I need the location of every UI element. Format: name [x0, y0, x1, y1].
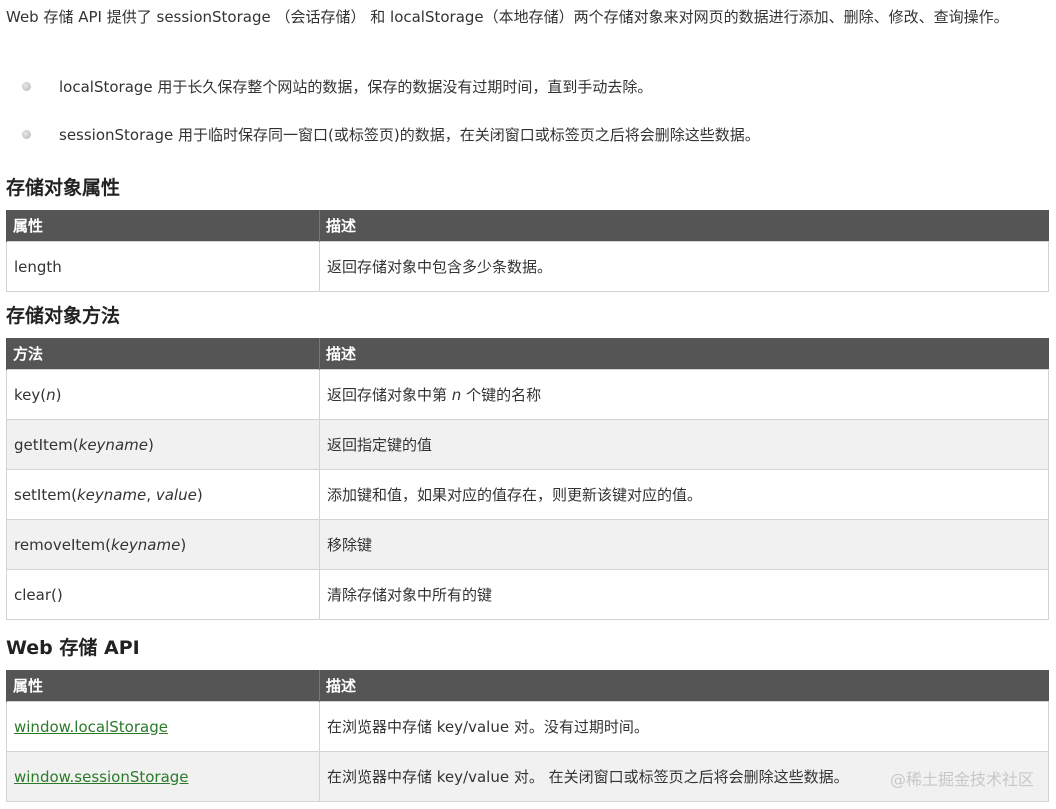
- api-name-cell: window.localStorage: [6, 701, 320, 752]
- local-storage-link[interactable]: window.localStorage: [14, 718, 168, 736]
- api-name-cell: window.sessionStorage: [6, 751, 320, 802]
- intro-paragraph: Web 存储 API 提供了 sessionStorage （会话存储） 和 l…: [6, 8, 1009, 26]
- properties-table: 属性 描述 length 返回存储对象中包含多少条数据。: [6, 210, 1049, 292]
- method-description: 清除存储对象中所有的键: [319, 569, 1049, 620]
- methods-table: 方法 描述 key(n) 返回存储对象中第 n 个键的名称 getItem(ke…: [6, 338, 1049, 620]
- bullet-text: sessionStorage 用于临时保存同一窗口(或标签页)的数据，在关闭窗口…: [59, 126, 760, 144]
- document-page: Web 存储 API 提供了 sessionStorage （会话存储） 和 l…: [0, 0, 1056, 809]
- table-header-row: 属性 描述: [6, 670, 1049, 702]
- list-item: sessionStorage 用于临时保存同一窗口(或标签页)的数据，在关闭窗口…: [0, 123, 1050, 147]
- table-header-cell: 描述: [319, 670, 1049, 702]
- bullet-dot-icon: [22, 82, 31, 91]
- table-header-cell: 属性: [6, 210, 320, 242]
- section-heading-properties: 存储对象属性: [6, 177, 121, 199]
- method-description: 返回存储对象中第 n 个键的名称: [319, 369, 1049, 420]
- table-header-row: 属性 描述: [6, 210, 1049, 242]
- property-description: 返回存储对象中包含多少条数据。: [319, 241, 1049, 292]
- bullet-text: localStorage 用于长久保存整个网站的数据，保存的数据没有过期时间，直…: [59, 78, 653, 96]
- list-item: localStorage 用于长久保存整个网站的数据，保存的数据没有过期时间，直…: [0, 75, 1050, 99]
- method-description: 返回指定键的值: [319, 419, 1049, 470]
- table-row: window.localStorage 在浏览器中存储 key/value 对。…: [6, 701, 1049, 752]
- table-header-cell: 描述: [319, 210, 1049, 242]
- table-row: clear() 清除存储对象中所有的键: [6, 569, 1049, 620]
- table-header-cell: 属性: [6, 670, 320, 702]
- bullet-dot-icon: [22, 130, 31, 139]
- section-heading-web-storage-api: Web 存储 API: [6, 637, 140, 659]
- table-row: removeItem(keyname) 移除键: [6, 519, 1049, 570]
- method-description: 移除键: [319, 519, 1049, 570]
- method-name: key(n): [6, 369, 320, 420]
- table-header-cell: 方法: [6, 338, 320, 370]
- table-header-cell: 描述: [319, 338, 1049, 370]
- table-row: setItem(keyname, value) 添加键和值，如果对应的值存在，则…: [6, 469, 1049, 520]
- session-storage-link[interactable]: window.sessionStorage: [14, 768, 189, 786]
- table-row: length 返回存储对象中包含多少条数据。: [6, 241, 1049, 292]
- method-name: removeItem(keyname): [6, 519, 320, 570]
- api-description: 在浏览器中存储 key/value 对。没有过期时间。: [319, 701, 1049, 752]
- method-name: getItem(keyname): [6, 419, 320, 470]
- section-heading-methods: 存储对象方法: [6, 305, 121, 327]
- table-row: getItem(keyname) 返回指定键的值: [6, 419, 1049, 470]
- table-row: key(n) 返回存储对象中第 n 个键的名称: [6, 369, 1049, 420]
- method-name: clear(): [6, 569, 320, 620]
- property-name: length: [6, 241, 320, 292]
- method-description: 添加键和值，如果对应的值存在，则更新该键对应的值。: [319, 469, 1049, 520]
- table-header-row: 方法 描述: [6, 338, 1049, 370]
- watermark: @稀土掘金技术社区: [889, 770, 1034, 789]
- method-name: setItem(keyname, value): [6, 469, 320, 520]
- bullet-list: localStorage 用于长久保存整个网站的数据，保存的数据没有过期时间，直…: [0, 75, 1050, 171]
